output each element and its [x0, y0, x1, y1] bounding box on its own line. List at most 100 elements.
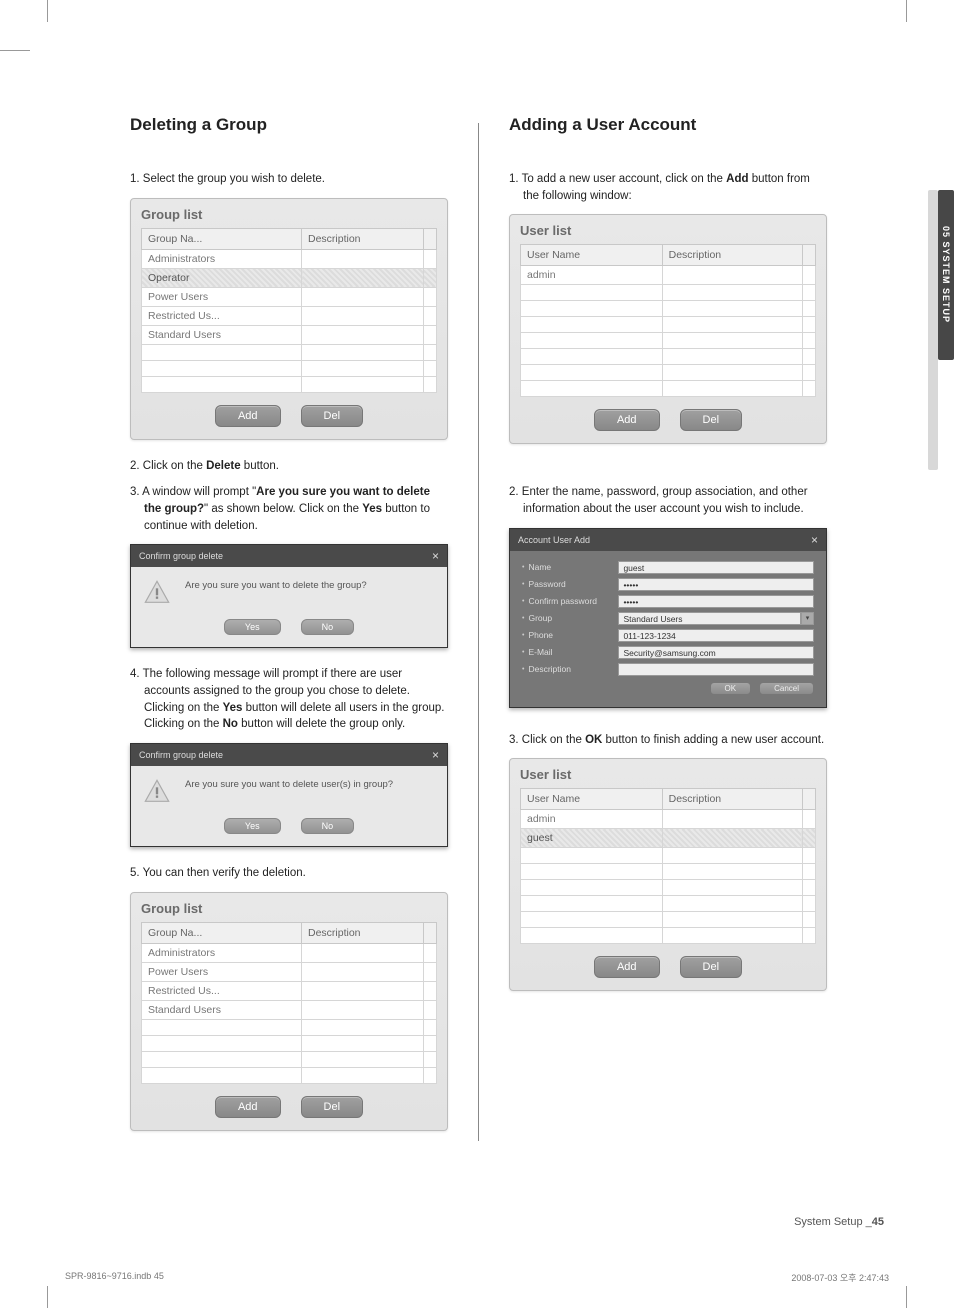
bullet-icon: •	[522, 598, 524, 605]
table-row	[521, 912, 816, 928]
warning-icon	[143, 579, 171, 607]
text-input[interactable]: •••••	[618, 578, 814, 591]
field-label: Password	[528, 579, 618, 589]
dialog-message: Are you sure you want to delete the grou…	[185, 579, 367, 592]
text-input[interactable]: Security@samsung.com	[618, 646, 814, 659]
bullet-icon: •	[522, 632, 524, 639]
side-tab-label: 05 SYSTEM SETUP	[938, 190, 954, 360]
step: 1. To add a new user account, click on t…	[509, 171, 827, 204]
table-row[interactable]: Power Users	[142, 962, 437, 981]
heading-deleting-group: Deleting a Group	[130, 115, 448, 135]
print-file: SPR-9816~9716.indb 45	[65, 1271, 164, 1284]
crop-mark	[47, 0, 48, 22]
add-button[interactable]: Add	[594, 956, 660, 978]
no-button[interactable]: No	[301, 619, 355, 635]
table-row	[521, 864, 816, 880]
table-row[interactable]: admin	[521, 266, 816, 285]
ok-button[interactable]: OK	[710, 682, 752, 695]
add-button[interactable]: Add	[215, 1096, 281, 1118]
user-list-panel-after: User list User NameDescription admin gue…	[509, 758, 827, 991]
form-row: • Nameguest	[522, 561, 814, 574]
heading-adding-user: Adding a User Account	[509, 115, 827, 135]
table-row	[142, 376, 437, 392]
no-button[interactable]: No	[301, 818, 355, 834]
table-row	[142, 1035, 437, 1051]
chevron-down-icon[interactable]: ▾	[801, 612, 814, 625]
step: 1. Select the group you wish to delete.	[130, 171, 448, 188]
yes-button[interactable]: Yes	[224, 619, 281, 635]
del-button[interactable]: Del	[680, 409, 743, 431]
table-row[interactable]: Operator	[142, 268, 437, 287]
close-icon[interactable]: ×	[432, 549, 439, 563]
table-row[interactable]: Administrators	[142, 943, 437, 962]
add-button[interactable]: Add	[215, 405, 281, 427]
table-row[interactable]: Standard Users	[142, 1000, 437, 1019]
col-header: Description	[662, 245, 802, 266]
table-row	[142, 1019, 437, 1035]
panel-title: Group list	[141, 901, 437, 916]
close-icon[interactable]: ×	[811, 533, 818, 547]
col-header: User Name	[521, 245, 663, 266]
table-row	[142, 360, 437, 376]
field-label: Phone	[528, 630, 618, 640]
table-row	[521, 333, 816, 349]
table-row[interactable]: Restricted Us...	[142, 306, 437, 325]
user-list-table: User NameDescription admin	[520, 244, 816, 397]
group-list-table: Group Na...Description Administrators Po…	[141, 922, 437, 1084]
print-ts: 2008-07-03 오후 2:47:43	[791, 1271, 889, 1284]
bullet-icon: •	[522, 649, 524, 656]
table-row[interactable]: guest	[521, 829, 816, 848]
col-header: Description	[662, 789, 802, 810]
text-input[interactable]	[618, 663, 814, 676]
del-button[interactable]: Del	[680, 956, 743, 978]
del-button[interactable]: Del	[301, 1096, 364, 1118]
field-label: Name	[528, 562, 618, 572]
field-label: Group	[528, 613, 618, 623]
confirm-delete-users-dialog: Confirm group delete× Are you sure you w…	[130, 743, 448, 847]
dialog-title-text: Confirm group delete	[139, 551, 223, 561]
group-list-panel: Group list Group Na...Description Admini…	[130, 198, 448, 440]
group-select[interactable]: Standard Users▾	[618, 612, 814, 625]
close-icon[interactable]: ×	[432, 748, 439, 762]
panel-title: User list	[520, 223, 816, 238]
field-label: Description	[528, 664, 618, 674]
crop-mark	[906, 0, 907, 22]
text-input[interactable]: guest	[618, 561, 814, 574]
col-header	[424, 922, 437, 943]
table-row[interactable]: Power Users	[142, 287, 437, 306]
col-header: Group Na...	[142, 228, 302, 249]
text-input[interactable]: •••••	[618, 595, 814, 608]
table-row[interactable]: Standard Users	[142, 325, 437, 344]
field-label: E-Mail	[528, 647, 618, 657]
bullet-icon: •	[522, 564, 524, 571]
table-row	[521, 381, 816, 397]
add-button[interactable]: Add	[594, 409, 660, 431]
table-row[interactable]: Administrators	[142, 249, 437, 268]
select-value: Standard Users	[618, 612, 801, 625]
form-row: • Phone011-123-1234	[522, 629, 814, 642]
form-row: • Description	[522, 663, 814, 676]
yes-button[interactable]: Yes	[224, 818, 281, 834]
step: 2. Click on the Delete button.	[130, 458, 448, 475]
table-row	[521, 317, 816, 333]
table-row[interactable]: admin	[521, 810, 816, 829]
warning-icon	[143, 778, 171, 806]
form-row: • E-MailSecurity@samsung.com	[522, 646, 814, 659]
step: 4. The following message will prompt if …	[130, 666, 448, 733]
bullet-icon: •	[522, 581, 524, 588]
cancel-button[interactable]: Cancel	[759, 682, 814, 695]
crop-mark	[47, 1286, 48, 1308]
table-row	[521, 896, 816, 912]
table-row	[521, 848, 816, 864]
text-input[interactable]: 011-123-1234	[618, 629, 814, 642]
table-row[interactable]: Restricted Us...	[142, 981, 437, 1000]
del-button[interactable]: Del	[301, 405, 364, 427]
col-header: Description	[302, 228, 424, 249]
field-label: Confirm password	[528, 596, 618, 606]
bullet-icon: •	[522, 666, 524, 673]
table-row	[521, 928, 816, 944]
table-row	[521, 365, 816, 381]
form-row: •GroupStandard Users▾	[522, 612, 814, 625]
table-row	[142, 344, 437, 360]
step: 3. A window will prompt "Are you sure yo…	[130, 484, 448, 534]
